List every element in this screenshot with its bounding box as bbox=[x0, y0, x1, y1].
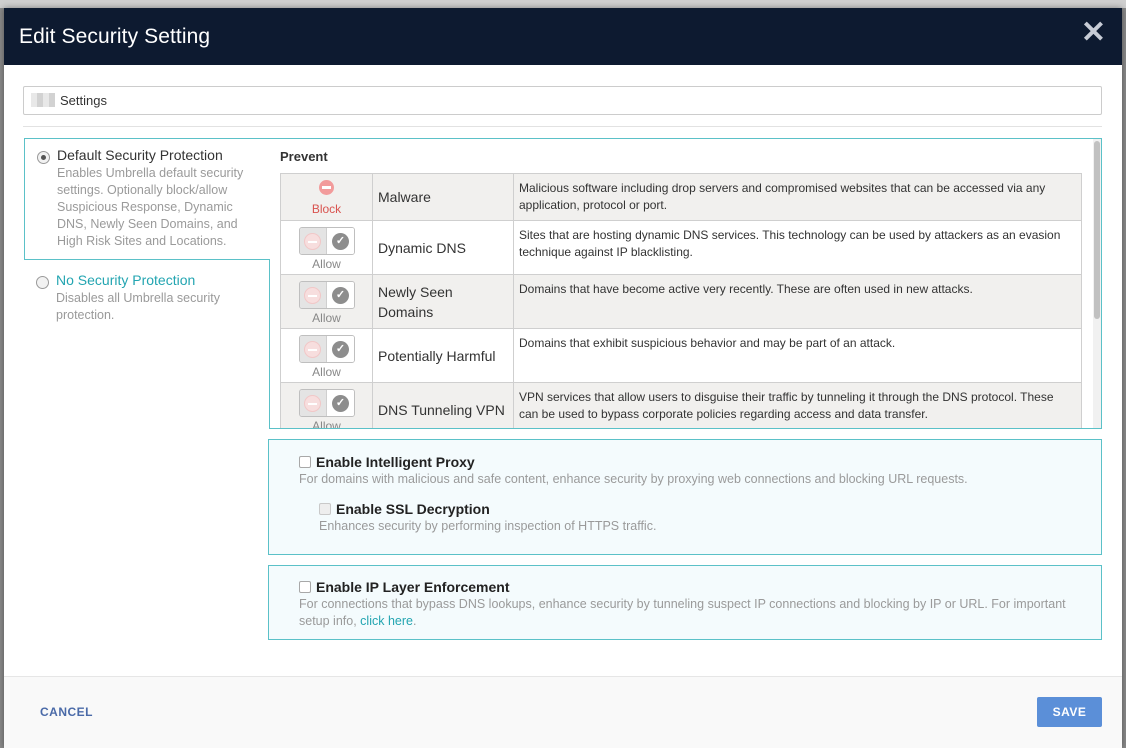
block-option[interactable] bbox=[299, 390, 327, 416]
cancel-button[interactable]: CANCEL bbox=[40, 705, 93, 719]
intelligent-proxy-label: Enable Intelligent Proxy bbox=[316, 454, 475, 470]
category-description: Sites that are hosting dynamic DNS servi… bbox=[513, 220, 1082, 275]
block-option[interactable] bbox=[299, 282, 327, 308]
close-icon[interactable]: ✕ bbox=[1081, 18, 1106, 48]
action-label: Allow bbox=[312, 257, 341, 271]
intelligent-proxy-box: Enable Intelligent Proxy For domains wit… bbox=[268, 439, 1102, 555]
check-icon: ✓ bbox=[331, 286, 349, 304]
option-default-security[interactable]: Default Security Protection Enables Umbr… bbox=[24, 138, 270, 260]
ssl-decryption-option[interactable]: Enable SSL Decryption bbox=[319, 501, 490, 519]
action-label: Allow bbox=[312, 365, 341, 379]
setting-name-input[interactable]: Settings bbox=[23, 86, 1102, 115]
ip-layer-description: For connections that bypass DNS lookups,… bbox=[299, 597, 1066, 628]
option-default-title: Default Security Protection bbox=[57, 147, 223, 163]
ip-layer-description-block: For connections that bypass DNS lookups,… bbox=[299, 597, 1066, 628]
allow-option[interactable]: ✓ bbox=[326, 336, 354, 362]
edit-security-modal: Edit Security Setting ✕ Settings Default… bbox=[4, 8, 1122, 748]
allow-option[interactable]: ✓ bbox=[326, 390, 354, 416]
category-name: DNS Tunneling VPN bbox=[372, 382, 514, 428]
category-description: Domains that have become active very rec… bbox=[513, 274, 1082, 329]
allow-toggle[interactable]: ✓ Allow bbox=[280, 220, 373, 275]
check-icon: ✓ bbox=[331, 232, 349, 250]
block-option[interactable] bbox=[299, 228, 327, 254]
category-table: Block Malware Malicious software includi… bbox=[280, 173, 1082, 429]
category-description: Malicious software including drop server… bbox=[513, 173, 1082, 221]
ssl-decryption-checkbox[interactable] bbox=[319, 503, 331, 515]
allow-option[interactable]: ✓ bbox=[326, 282, 354, 308]
block-icon bbox=[304, 394, 322, 412]
category-name: Malware bbox=[372, 173, 514, 221]
ssl-decryption-label: Enable SSL Decryption bbox=[336, 501, 490, 517]
category-description: Domains that exhibit suspicious behavior… bbox=[513, 328, 1082, 383]
save-button[interactable]: SAVE bbox=[1037, 697, 1102, 727]
divider bbox=[23, 126, 1102, 127]
block-allow-switch[interactable]: ✓ bbox=[298, 281, 355, 309]
ip-layer-option[interactable]: Enable IP Layer Enforcement bbox=[299, 579, 509, 597]
modal-title: Edit Security Setting bbox=[19, 24, 211, 48]
redacted-text bbox=[31, 93, 55, 107]
allow-toggle[interactable]: ✓ Allow bbox=[280, 328, 373, 383]
table-row: ✓ Allow Newly Seen Domains Domains that … bbox=[280, 274, 1082, 329]
block-option[interactable] bbox=[299, 336, 327, 362]
modal-header: Edit Security Setting ✕ bbox=[4, 8, 1122, 65]
block-icon bbox=[304, 340, 322, 358]
intelligent-proxy-checkbox[interactable] bbox=[299, 456, 311, 468]
check-icon: ✓ bbox=[331, 340, 349, 358]
allow-option[interactable]: ✓ bbox=[326, 228, 354, 254]
prevent-heading: Prevent bbox=[280, 149, 328, 164]
prevent-panel: Prevent Block Malware Malicious software… bbox=[269, 138, 1102, 429]
block-icon bbox=[319, 180, 334, 195]
category-name: Newly Seen Domains bbox=[372, 274, 514, 329]
table-row: Block Malware Malicious software includi… bbox=[280, 173, 1082, 221]
ssl-decryption-description: Enhances security by performing inspecti… bbox=[319, 519, 657, 533]
modal-footer: CANCEL SAVE bbox=[4, 676, 1122, 748]
option-default-description: Enables Umbrella default security settin… bbox=[57, 166, 244, 248]
option-none-description: Disables all Umbrella security protectio… bbox=[56, 291, 220, 322]
option-no-security[interactable]: No Security Protection Disables all Umbr… bbox=[24, 264, 270, 344]
check-icon: ✓ bbox=[331, 394, 349, 412]
block-allow-switch[interactable]: ✓ bbox=[298, 227, 355, 255]
ip-layer-checkbox[interactable] bbox=[299, 581, 311, 593]
option-none-title: No Security Protection bbox=[56, 272, 196, 288]
table-row: ✓ Allow Potentially Harmful Domains that… bbox=[280, 328, 1082, 383]
table-row: ✓ Allow Dynamic DNS Sites that are hosti… bbox=[280, 220, 1082, 275]
category-name: Dynamic DNS bbox=[372, 220, 514, 275]
ip-layer-box: Enable IP Layer Enforcement For connecti… bbox=[268, 565, 1102, 640]
ip-layer-label: Enable IP Layer Enforcement bbox=[316, 579, 510, 595]
background-page bbox=[0, 0, 1126, 8]
block-icon bbox=[304, 286, 322, 304]
category-description: VPN services that allow users to disguis… bbox=[513, 382, 1082, 428]
intelligent-proxy-description: For domains with malicious and safe cont… bbox=[299, 472, 968, 486]
action-label: Allow bbox=[312, 311, 341, 325]
intelligent-proxy-option[interactable]: Enable Intelligent Proxy bbox=[299, 454, 475, 472]
action-label: Block bbox=[311, 202, 342, 216]
allow-toggle[interactable]: ✓ Allow bbox=[280, 382, 373, 429]
panel-scrollbar[interactable] bbox=[1093, 139, 1101, 428]
table-row: ✓ Allow DNS Tunneling VPN VPN services t… bbox=[280, 382, 1082, 429]
block-allow-switch[interactable]: ✓ bbox=[298, 389, 355, 417]
block-icon bbox=[304, 232, 322, 250]
category-name: Potentially Harmful bbox=[372, 328, 514, 383]
block-toggle[interactable]: Block bbox=[280, 173, 373, 221]
block-allow-switch[interactable]: ✓ bbox=[298, 335, 355, 363]
allow-toggle[interactable]: ✓ Allow bbox=[280, 274, 373, 329]
radio-default-security[interactable] bbox=[37, 151, 50, 164]
click-here-link[interactable]: click here bbox=[360, 614, 413, 628]
radio-no-security[interactable] bbox=[36, 276, 49, 289]
action-label: Allow bbox=[312, 419, 341, 429]
scrollbar-thumb[interactable] bbox=[1094, 141, 1100, 319]
